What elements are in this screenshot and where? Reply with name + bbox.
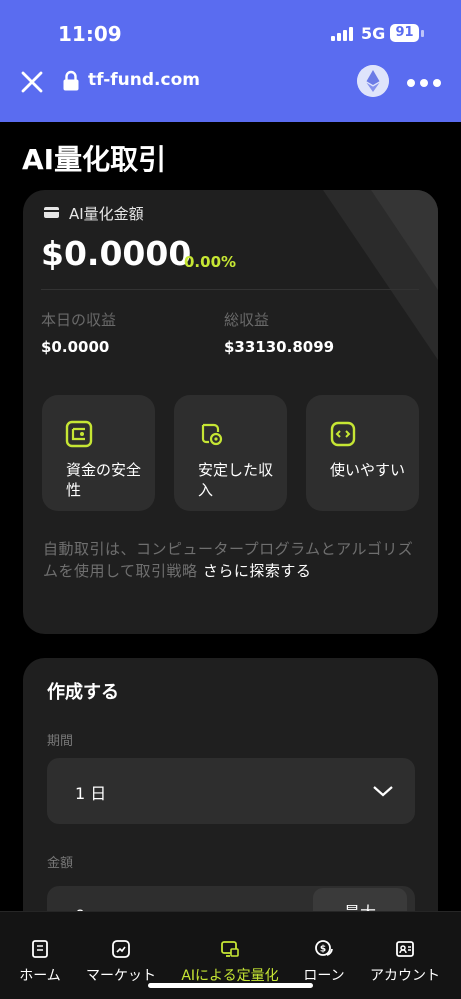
period-value: 1 日 xyxy=(75,784,107,803)
description: 自動取引は、コンピュータープログラムとアルゴリズムを使用して取引戦略 さらに探索… xyxy=(43,538,423,582)
feature-safety[interactable]: 資金の安全性 xyxy=(42,395,155,511)
explore-more-link[interactable]: さらに探索する xyxy=(203,562,312,580)
amount-value: $0.0000 xyxy=(41,234,192,273)
nav-label: ローン xyxy=(303,968,345,984)
period-select[interactable]: 1 日 xyxy=(47,758,415,824)
ethereum-icon[interactable] xyxy=(357,65,389,97)
browser-bar: tf-fund.com xyxy=(0,62,461,122)
home-icon xyxy=(32,940,48,958)
nav-label: アカウント xyxy=(370,968,440,984)
status-time: 11:09 xyxy=(58,22,122,46)
close-icon[interactable] xyxy=(20,70,44,94)
amount-label: AI量化金額 xyxy=(69,205,144,223)
amount-field-label: 金額 xyxy=(47,856,74,871)
nav-label: マーケット xyxy=(86,968,156,984)
change-percent: 0.00% xyxy=(184,253,237,271)
chevron-down-icon xyxy=(373,786,393,797)
status-bar: 11:09 5G 91 xyxy=(0,0,461,62)
battery-icon: 91 xyxy=(390,24,419,42)
safe-icon xyxy=(65,420,93,448)
card-decoration xyxy=(323,190,438,360)
market-icon xyxy=(112,940,130,958)
total-profit-label: 総収益 xyxy=(224,311,270,329)
page-title: AI量化取引 xyxy=(22,143,167,176)
feature-label: 安定した収入 xyxy=(198,461,274,499)
create-title: 作成する xyxy=(47,682,119,703)
signal-icon xyxy=(331,27,355,41)
feature-income[interactable]: 安定した収入 xyxy=(174,395,287,511)
feature-label: 使いやすい xyxy=(330,461,406,479)
code-icon xyxy=(330,421,356,447)
today-profit-value: $0.0000 xyxy=(41,338,110,356)
battery-tip xyxy=(421,30,424,37)
gear-icon xyxy=(201,423,223,446)
url-text[interactable]: tf-fund.com xyxy=(88,70,200,90)
lock-icon xyxy=(63,70,79,91)
nav-label: AIによる定量化 xyxy=(181,968,279,984)
wallet-icon xyxy=(44,207,59,218)
ai-quant-icon xyxy=(221,941,239,957)
nav-label: ホーム xyxy=(19,968,61,984)
total-profit-value: $33130.8099 xyxy=(224,338,335,356)
svg-text:$: $ xyxy=(320,945,326,955)
account-icon xyxy=(396,941,414,957)
loan-icon: $ xyxy=(315,940,333,956)
today-profit-label: 本日の収益 xyxy=(41,311,117,329)
nav-item-home[interactable]: ホーム xyxy=(8,912,72,999)
more-icon[interactable] xyxy=(407,79,441,87)
feature-label: 資金の安全性 xyxy=(66,461,142,499)
divider xyxy=(41,289,419,290)
nav-item-account[interactable]: アカウント xyxy=(366,912,444,999)
feature-ease[interactable]: 使いやすい xyxy=(306,395,419,511)
network-type: 5G xyxy=(361,24,386,43)
summary-card: AI量化金額 $0.0000 0.00% 本日の収益 $0.0000 総収益 $… xyxy=(23,190,438,634)
home-indicator xyxy=(148,983,313,988)
period-label: 期間 xyxy=(47,734,74,749)
